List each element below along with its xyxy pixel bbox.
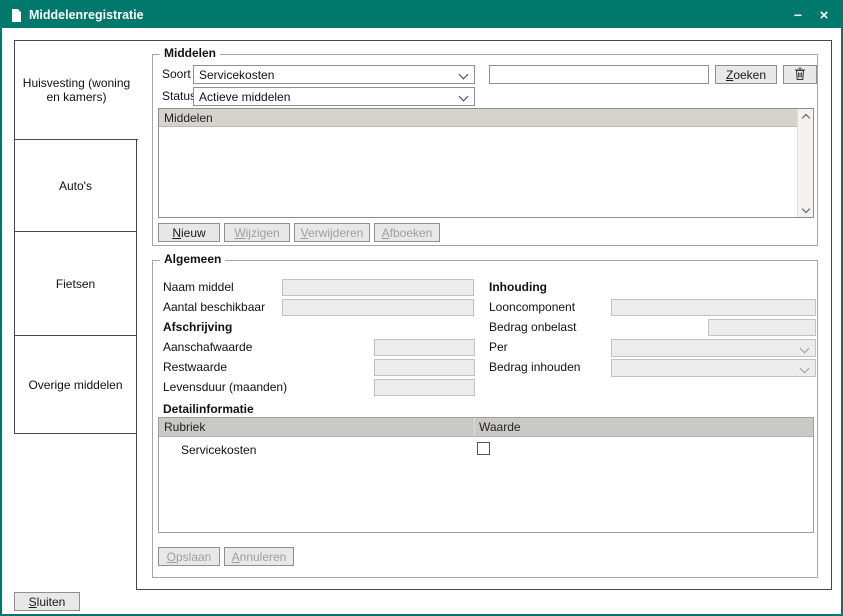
chevron-down-icon [459, 70, 469, 80]
bedrag-inhouden-combobox[interactable] [611, 359, 816, 377]
wijzigen-label: Wijzigen [234, 226, 279, 240]
afboeken-button[interactable]: Afboeken [374, 223, 440, 242]
aantal-beschikbaar-input[interactable] [282, 299, 474, 316]
sluiten-label: Sluiten [29, 595, 66, 609]
detailinformatie-header: Detailinformatie [163, 402, 254, 417]
verwijderen-button[interactable]: Verwijderen [294, 223, 370, 242]
window-title: Middelenregistratie [29, 8, 144, 22]
trash-icon [794, 67, 806, 83]
algemeen-groupbox: Algemeen Naam middel Aantal beschikbaar … [152, 260, 818, 578]
nieuw-button[interactable]: Nieuw [158, 223, 220, 242]
verwijderen-label: Verwijderen [301, 226, 364, 240]
chevron-down-icon [800, 364, 810, 374]
soort-combobox[interactable]: Servicekosten [193, 65, 475, 84]
tab-label: Auto's [59, 179, 92, 193]
per-combobox[interactable] [611, 339, 816, 357]
waarde-checkbox[interactable] [477, 442, 490, 455]
soort-value: Servicekosten [199, 68, 274, 82]
naam-middel-input[interactable] [282, 279, 474, 296]
zoeken-button[interactable]: Zoeken [715, 65, 777, 84]
vertical-scrollbar[interactable] [797, 109, 813, 217]
document-icon [11, 9, 22, 22]
status-combobox[interactable]: Actieve middelen [193, 87, 475, 106]
opslaan-button[interactable]: Opslaan [158, 547, 220, 566]
aantal-beschikbaar-label: Aantal beschikbaar [163, 300, 265, 315]
scroll-up-icon[interactable] [798, 109, 813, 124]
waarde-column-header: Waarde [474, 418, 813, 436]
afboeken-label: Afboeken [382, 226, 433, 240]
status-label: Status [162, 89, 196, 104]
tab-overige-middelen[interactable]: Overige middelen [14, 335, 137, 434]
levensduur-input[interactable] [374, 379, 475, 396]
naam-middel-label: Naam middel [163, 280, 234, 295]
levensduur-label: Levensduur (maanden) [163, 380, 287, 395]
close-button[interactable]: × [811, 2, 837, 28]
restwaarde-input[interactable] [374, 359, 475, 376]
middelen-legend: Middelen [160, 46, 220, 61]
titlebar: Middelenregistratie [2, 2, 841, 28]
middelen-list-header: Middelen [159, 109, 798, 127]
rubriek-column-header: Rubriek [159, 418, 474, 436]
algemeen-legend: Algemeen [160, 252, 225, 267]
scroll-down-icon[interactable] [798, 202, 813, 217]
opslaan-label: Opslaan [167, 550, 212, 564]
inhouding-header: Inhouding [489, 280, 547, 295]
aanschafwaarde-label: Aanschafwaarde [163, 340, 252, 355]
search-input[interactable] [489, 65, 709, 84]
sluiten-button[interactable]: Sluiten [14, 592, 80, 611]
middelen-groupbox: Middelen Soort Servicekosten Zoeken [152, 54, 818, 246]
tab-label: Overige middelen [28, 378, 122, 392]
tab-label: Fietsen [56, 277, 95, 291]
chevron-down-icon [459, 92, 469, 102]
middelen-listbox[interactable]: Middelen [158, 108, 814, 218]
looncomponent-label: Looncomponent [489, 300, 575, 315]
afschrijving-header: Afschrijving [163, 320, 232, 335]
looncomponent-input[interactable] [611, 299, 816, 316]
annuleren-label: Annuleren [232, 550, 287, 564]
per-label: Per [489, 340, 508, 355]
restwaarde-label: Restwaarde [163, 360, 227, 375]
table-row-rubriek[interactable]: Servicekosten [181, 443, 256, 457]
annuleren-button[interactable]: Annuleren [224, 547, 294, 566]
bedrag-onbelast-input[interactable] [708, 319, 816, 336]
bedrag-inhouden-label: Bedrag inhouden [489, 360, 580, 375]
middelenregistratie-window: Middelenregistratie − × Huisvesting (won… [0, 0, 843, 616]
tab-autos[interactable]: Auto's [14, 139, 137, 232]
bedrag-onbelast-label: Bedrag onbelast [489, 320, 576, 335]
tab-huisvesting[interactable]: Huisvesting (woning en kamers) [14, 40, 138, 140]
detail-table-header: Rubriek Waarde [159, 418, 813, 437]
chevron-down-icon [800, 344, 810, 354]
wijzigen-button[interactable]: Wijzigen [224, 223, 290, 242]
zoeken-label: Zoeken [726, 68, 766, 82]
delete-button[interactable] [783, 65, 817, 84]
tab-fietsen[interactable]: Fietsen [14, 231, 137, 336]
minimize-button[interactable]: − [785, 2, 811, 28]
aanschafwaarde-input[interactable] [374, 339, 475, 356]
status-value: Actieve middelen [199, 90, 290, 104]
soort-label: Soort [162, 67, 191, 82]
tab-label: Huisvesting (woning en kamers) [19, 76, 134, 104]
nieuw-label: Nieuw [172, 226, 205, 240]
detail-table[interactable]: Rubriek Waarde Servicekosten [158, 417, 814, 533]
